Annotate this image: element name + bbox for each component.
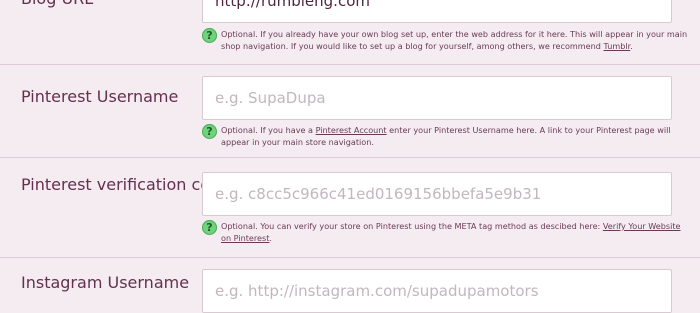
pinterest-verification-label: Pinterest verification code (21, 175, 231, 194)
blog-url-label: Blog URL (21, 0, 93, 8)
pinterest-verification-row: Pinterest verification code ? Optional. … (0, 158, 700, 257)
instagram-username-label: Instagram Username (21, 273, 190, 292)
instagram-username-row: Instagram Username (0, 258, 700, 313)
pinterest-username-input[interactable] (202, 76, 672, 120)
blog-url-row: Blog URL ? Optional. If you already have… (0, 0, 700, 64)
pinterest-username-row: Pinterest Username ? Optional. If you ha… (0, 65, 700, 157)
pinterest-verification-input[interactable] (202, 172, 672, 216)
pinterest-username-help-text: Optional. If you have a Pinterest Accoun… (221, 125, 671, 147)
blog-url-input[interactable] (202, 0, 672, 23)
help-icon: ? (202, 220, 217, 235)
help-icon: ? (202, 124, 217, 139)
tumblr-link[interactable]: Tumblr (604, 41, 631, 51)
pinterest-username-label: Pinterest Username (21, 87, 179, 106)
pinterest-verification-help-text: Optional. You can verify your store on P… (221, 221, 681, 243)
blog-url-help-text: Optional. If you already have your own b… (221, 29, 688, 51)
instagram-username-input[interactable] (202, 269, 672, 313)
help-icon: ? (202, 28, 217, 43)
pinterest-account-link[interactable]: Pinterest Account (316, 125, 387, 135)
